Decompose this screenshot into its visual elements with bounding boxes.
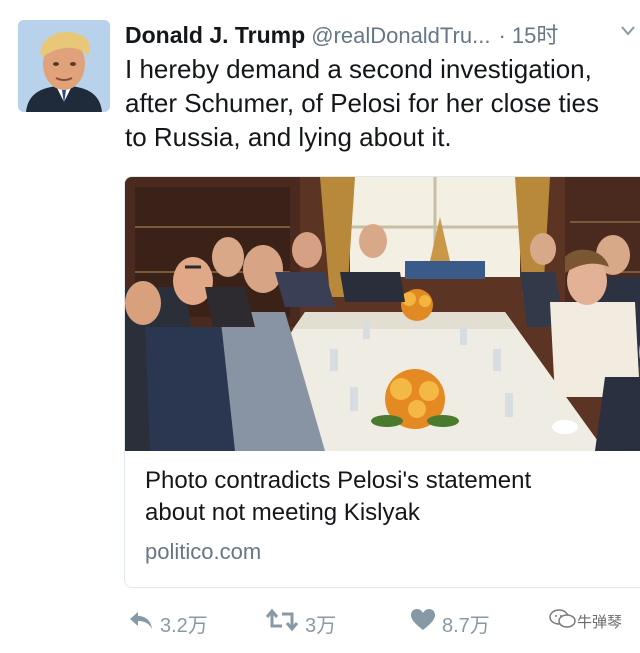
like-button[interactable]: 8.7万 [410, 606, 490, 640]
tweet-text: I hereby demand a second investigation, … [125, 52, 640, 154]
chevron-down-icon[interactable] [620, 24, 636, 42]
card-title-line: Photo contradicts Pelosi's statement [145, 467, 532, 494]
retweet-icon [265, 608, 305, 638]
watermark: 牛弹琴 [549, 608, 622, 634]
author-handle[interactable]: @realDonaldTru... [311, 23, 490, 48]
card-title-line: about not meeting Kislyak [145, 499, 420, 526]
tweet-header: Donald J. Trump @realDonaldTru... · 15时 [125, 18, 640, 48]
retweet-button[interactable]: 3万 [265, 606, 336, 640]
wechat-icon [549, 608, 577, 634]
tweet-text-line: I hereby demand a second investigation, [125, 54, 592, 84]
like-count: 8.7万 [442, 614, 490, 637]
reply-icon [128, 609, 160, 637]
tweet-text-line: to Russia, and lying about it. [125, 122, 452, 152]
card-image [125, 177, 640, 451]
reply-count: 3.2万 [160, 614, 208, 637]
reply-button[interactable]: 3.2万 [128, 606, 208, 640]
tweet-time[interactable]: · 15时 [498, 23, 558, 48]
avatar[interactable] [18, 20, 110, 112]
author-name[interactable]: Donald J. Trump [125, 22, 305, 48]
retweet-count: 3万 [305, 614, 337, 637]
card-domain: politico.com [145, 539, 262, 564]
tweet-actions: 3.2万 3万 8.7万 [0, 606, 640, 640]
tweet-text-line: after Schumer, of Pelosi for her close t… [125, 88, 599, 118]
watermark-text: 牛弹琴 [576, 613, 622, 631]
card-title: Photo contradicts Pelosi's statement abo… [145, 465, 640, 529]
avatar-portrait [18, 20, 110, 112]
link-card[interactable]: Photo contradicts Pelosi's statement abo… [124, 176, 640, 588]
heart-icon [410, 608, 442, 638]
